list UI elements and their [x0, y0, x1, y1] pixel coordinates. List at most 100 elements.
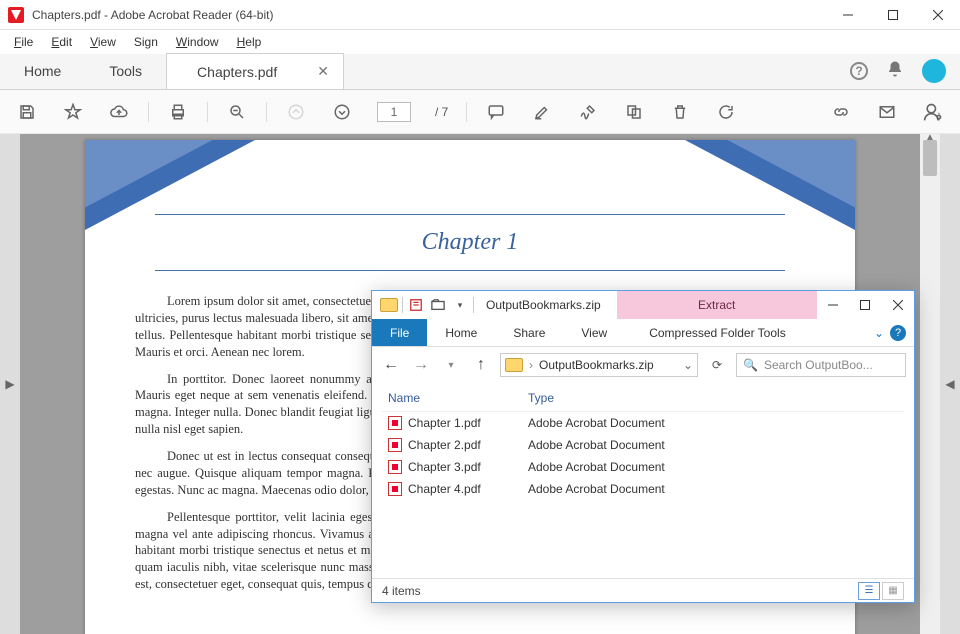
delete-icon[interactable] — [669, 101, 691, 123]
column-name[interactable]: Name — [382, 383, 522, 412]
explorer-close-button[interactable] — [882, 291, 914, 319]
file-row[interactable]: Chapter 2.pdf Adobe Acrobat Document — [382, 434, 904, 456]
notifications-icon[interactable] — [886, 60, 904, 83]
menubar: File Edit View Sign Window Help — [0, 30, 960, 54]
scroll-thumb[interactable] — [923, 140, 937, 176]
explorer-statusbar: 4 items ☰ ▦ — [372, 578, 914, 602]
ribbon-tab-view[interactable]: View — [563, 319, 625, 346]
file-row[interactable]: Chapter 4.pdf Adobe Acrobat Document — [382, 478, 904, 500]
chapter-heading: Chapter 1 — [135, 229, 805, 256]
file-list[interactable]: Name Type Chapter 1.pdf Adobe Acrobat Doc… — [372, 383, 914, 578]
sidebar-toggle-left[interactable]: ▶ — [0, 134, 20, 634]
star-icon[interactable] — [62, 101, 84, 123]
help-icon[interactable]: ? — [850, 62, 868, 80]
ribbon-collapse-icon[interactable]: ⌄ — [874, 326, 884, 340]
ribbon-tab-home[interactable]: Home — [427, 319, 495, 346]
menu-edit[interactable]: Edit — [43, 33, 80, 51]
print-icon[interactable] — [167, 101, 189, 123]
page-up-icon[interactable] — [285, 101, 307, 123]
explorer-window: ▾ OutputBookmarks.zip Extract File Home … — [371, 290, 915, 603]
chevron-right-icon: › — [529, 358, 533, 372]
qat-newfolder-icon[interactable] — [429, 296, 447, 314]
rotate-icon[interactable] — [715, 101, 737, 123]
pdf-file-icon — [388, 438, 402, 452]
file-type: Adobe Acrobat Document — [522, 456, 904, 478]
column-type[interactable]: Type — [522, 383, 904, 412]
maximize-button[interactable] — [870, 0, 915, 30]
file-row[interactable]: Chapter 1.pdf Adobe Acrobat Document — [382, 412, 904, 435]
file-type: Adobe Acrobat Document — [522, 434, 904, 456]
folder-icon[interactable] — [380, 298, 398, 312]
nav-forward-icon[interactable]: → — [410, 356, 432, 374]
explorer-minimize-button[interactable] — [817, 291, 849, 319]
vertical-scrollbar[interactable]: ▲ — [920, 134, 940, 634]
minimize-button[interactable] — [825, 0, 870, 30]
menu-file[interactable]: File — [6, 33, 41, 51]
file-name: Chapter 3.pdf — [408, 460, 481, 474]
save-icon[interactable] — [16, 101, 38, 123]
address-folder-icon — [505, 358, 523, 372]
column-header-row[interactable]: Name Type — [382, 383, 904, 412]
file-name: Chapter 2.pdf — [408, 438, 481, 452]
contextual-tab-extract[interactable]: Extract — [617, 291, 817, 319]
refresh-icon[interactable]: ⟳ — [706, 358, 728, 372]
email-icon[interactable] — [876, 101, 898, 123]
address-dropdown-icon[interactable]: ⌄ — [683, 358, 693, 372]
file-name: Chapter 4.pdf — [408, 482, 481, 496]
status-item-count: 4 items — [382, 584, 421, 598]
explorer-maximize-button[interactable] — [849, 291, 881, 319]
ribbon-tab-file[interactable]: File — [372, 319, 427, 346]
address-crumb[interactable]: OutputBookmarks.zip — [539, 358, 654, 372]
comment-icon[interactable] — [485, 101, 507, 123]
nav-recent-icon[interactable]: ▾ — [440, 360, 462, 371]
file-row[interactable]: Chapter 3.pdf Adobe Acrobat Document — [382, 456, 904, 478]
menu-view[interactable]: View — [82, 33, 124, 51]
menu-sign[interactable]: Sign — [126, 33, 166, 51]
sidebar-toggle-right[interactable]: ◀ — [940, 134, 960, 634]
file-type: Adobe Acrobat Document — [522, 478, 904, 500]
link-icon[interactable] — [830, 101, 852, 123]
cloud-icon[interactable] — [108, 101, 130, 123]
rule-bottom — [155, 270, 785, 271]
explorer-navbar: ← → ▾ ↑ › OutputBookmarks.zip ⌄ ⟳ 🔍 Sear… — [372, 347, 914, 383]
page-down-icon[interactable] — [331, 101, 353, 123]
stamp-icon[interactable] — [623, 101, 645, 123]
tab-tools[interactable]: Tools — [85, 53, 166, 89]
search-input[interactable]: 🔍 Search OutputBoo... — [736, 353, 906, 377]
nav-up-icon[interactable]: ↑ — [470, 356, 492, 374]
main-toolbar: 1 / 7 — [0, 90, 960, 134]
qat-properties-icon[interactable] — [407, 296, 425, 314]
explorer-title: OutputBookmarks.zip — [486, 298, 601, 312]
decoration-corner-right — [685, 140, 855, 230]
menu-window[interactable]: Window — [168, 33, 227, 51]
people-icon[interactable] — [922, 101, 944, 123]
page-number-input[interactable]: 1 — [377, 102, 411, 122]
file-name: Chapter 1.pdf — [408, 416, 481, 430]
pdf-file-icon — [388, 416, 402, 430]
tab-bar: Home Tools Chapters.pdf ✕ ? — [0, 54, 960, 90]
nav-back-icon[interactable]: ← — [380, 356, 402, 374]
sign-icon[interactable] — [577, 101, 599, 123]
acrobat-app-icon — [8, 7, 24, 23]
address-bar[interactable]: › OutputBookmarks.zip ⌄ — [500, 353, 698, 377]
explorer-help-icon[interactable]: ? — [890, 325, 906, 341]
qat-dropdown-icon[interactable]: ▾ — [451, 296, 469, 314]
avatar[interactable] — [922, 59, 946, 83]
ribbon-tab-compressed-tools[interactable]: Compressed Folder Tools — [631, 319, 804, 346]
decoration-corner-left — [85, 140, 255, 230]
highlight-icon[interactable] — [531, 101, 553, 123]
page-total-label: / 7 — [435, 105, 448, 119]
close-button[interactable] — [915, 0, 960, 30]
ribbon-tab-share[interactable]: Share — [495, 319, 563, 346]
tab-close-icon[interactable]: ✕ — [317, 63, 329, 80]
view-icons-button[interactable]: ▦ — [882, 582, 904, 600]
view-details-button[interactable]: ☰ — [858, 582, 880, 600]
explorer-titlebar: ▾ OutputBookmarks.zip Extract — [372, 291, 914, 319]
tab-home[interactable]: Home — [0, 53, 85, 89]
pdf-file-icon — [388, 482, 402, 496]
tab-document[interactable]: Chapters.pdf ✕ — [166, 53, 344, 89]
menu-help[interactable]: Help — [229, 33, 270, 51]
search-icon: 🔍 — [743, 358, 758, 372]
zoom-icon[interactable] — [226, 101, 248, 123]
file-type: Adobe Acrobat Document — [522, 412, 904, 435]
